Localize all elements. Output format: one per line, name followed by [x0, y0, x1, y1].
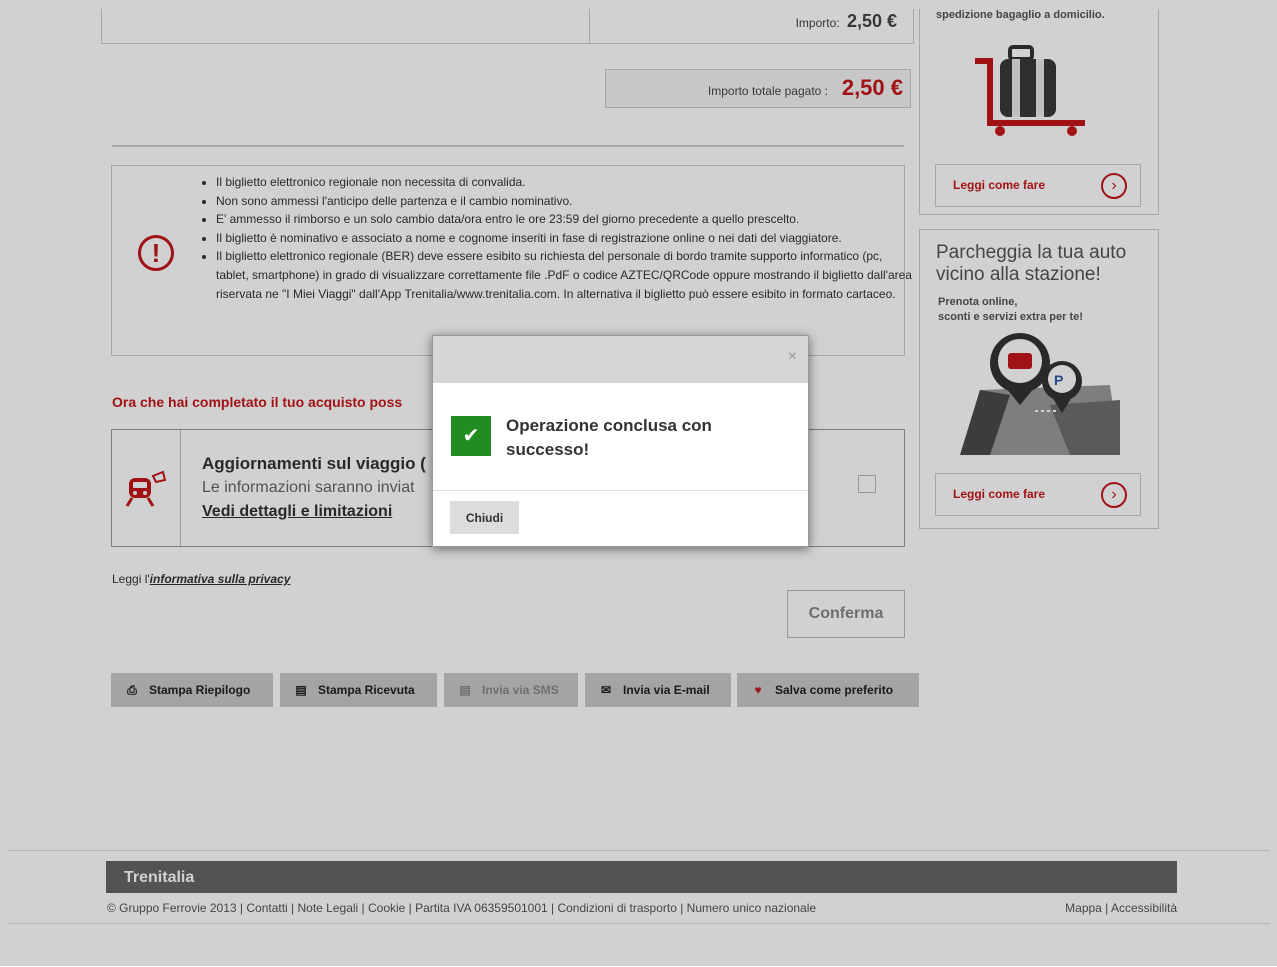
- close-icon[interactable]: ×: [788, 348, 797, 366]
- dialog-message: Operazione conclusa con successo!: [506, 416, 712, 459]
- page: Importo: 2,50 € Importo totale pagato : …: [0, 0, 1277, 967]
- dialog-header: ×: [433, 336, 808, 383]
- check-icon: ✔: [451, 416, 491, 456]
- success-dialog: × ✔ Operazione conclusa con successo! Ch…: [432, 335, 809, 547]
- dialog-divider: [433, 490, 808, 491]
- close-button[interactable]: Chiudi: [450, 501, 519, 534]
